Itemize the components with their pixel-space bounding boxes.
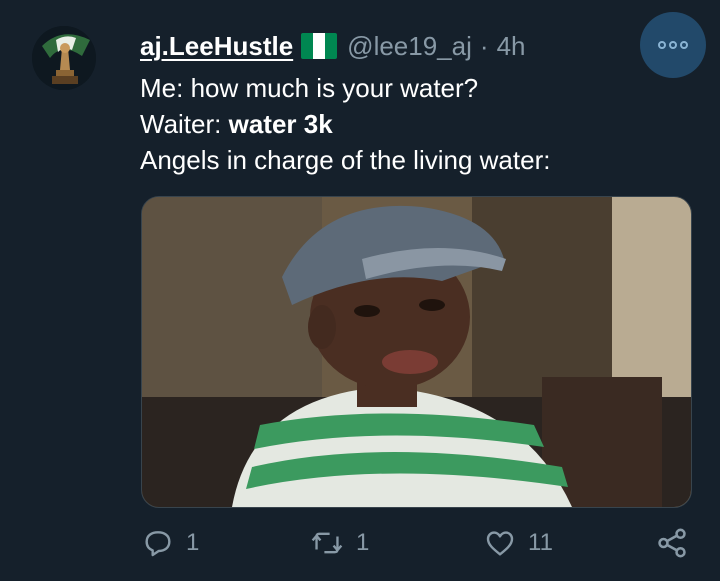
tweet-text-line-2: Waiter: water 3k bbox=[140, 106, 333, 142]
reply-count: 1 bbox=[186, 529, 200, 556]
like-count: 11 bbox=[528, 529, 553, 556]
tweet-text-line-2-prefix: Waiter: bbox=[140, 109, 229, 139]
tweet-text-line-3: Angels in charge of the living water: bbox=[140, 145, 551, 175]
nigeria-flag-icon bbox=[301, 33, 338, 59]
share-icon bbox=[658, 528, 686, 558]
tweet-actions: 1 1 11 bbox=[0, 520, 720, 566]
tweet-text-line-1: Me: how much is your water? bbox=[140, 73, 479, 103]
heart-icon bbox=[486, 531, 514, 556]
avatar[interactable] bbox=[32, 26, 96, 90]
tweet-header: aj.LeeHustle @lee19_aj · 4h bbox=[140, 30, 525, 62]
more-icon bbox=[658, 41, 666, 49]
tweet-media-photo[interactable] bbox=[141, 196, 692, 508]
share-button[interactable] bbox=[655, 520, 689, 566]
timestamp[interactable]: 4h bbox=[497, 31, 526, 62]
handle[interactable]: @lee19_aj bbox=[347, 31, 472, 62]
separator-dot: · bbox=[479, 30, 489, 61]
tweet-text-line-2-bold: water 3k bbox=[228, 109, 333, 139]
retweet-icon bbox=[311, 532, 343, 554]
retweet-count: 1 bbox=[356, 529, 370, 556]
more-options-button[interactable] bbox=[640, 12, 706, 78]
retweet-button[interactable]: 1 bbox=[310, 520, 369, 566]
reply-icon bbox=[145, 531, 171, 557]
display-name[interactable]: aj.LeeHustle bbox=[140, 31, 293, 62]
meme-photo bbox=[142, 197, 691, 507]
reply-button[interactable]: 1 bbox=[142, 520, 199, 566]
like-button[interactable]: 11 bbox=[484, 520, 553, 566]
avatar-image bbox=[32, 26, 96, 90]
